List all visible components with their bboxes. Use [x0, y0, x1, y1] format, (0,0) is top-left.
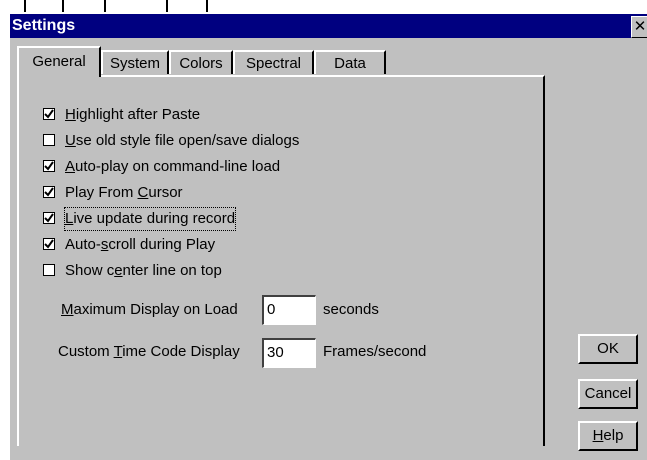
- tab-colors[interactable]: Colors: [169, 50, 233, 74]
- checkmark-icon: [44, 213, 54, 223]
- time-code-label: Custom Time Code Display: [58, 343, 240, 360]
- checkbox-box[interactable]: [43, 264, 55, 276]
- checkbox-label: Auto-play on command-line load: [65, 158, 281, 175]
- checkbox-box[interactable]: [43, 212, 55, 224]
- tab-system[interactable]: System: [101, 50, 169, 74]
- checkmark-icon: [44, 187, 54, 197]
- tab-general[interactable]: General: [17, 46, 101, 77]
- seconds-unit-label: seconds: [323, 301, 379, 318]
- background-strip-segment: [0, 0, 26, 12]
- checkbox-box[interactable]: [43, 186, 55, 198]
- background-strip-segment: [62, 0, 106, 12]
- title-bar: Settings ✕: [10, 14, 647, 38]
- background-strip-segment: [104, 0, 168, 12]
- checkbox-label: Live update during record: [63, 207, 237, 231]
- background-window-strip: [0, 0, 647, 13]
- max-display-input[interactable]: 0: [262, 295, 316, 325]
- checkbox-label: Auto-scroll during Play: [65, 236, 216, 253]
- checkmark-icon: [44, 161, 54, 171]
- close-icon: ✕: [633, 17, 647, 35]
- tab-spectral[interactable]: Spectral: [233, 50, 314, 74]
- ok-button[interactable]: OK: [578, 334, 638, 364]
- tab-label: System: [109, 55, 160, 72]
- general-tab-panel: Highlight after Paste Use old style file…: [17, 75, 545, 446]
- dialog-title: Settings: [12, 17, 76, 34]
- background-strip-segment: [166, 0, 208, 12]
- max-display-label: Maximum Display on Load: [61, 301, 238, 318]
- cancel-button[interactable]: Cancel: [578, 379, 638, 409]
- background-strip-segment: [24, 0, 64, 12]
- checkbox-box[interactable]: [43, 238, 55, 250]
- tab-label: Spectral: [245, 55, 302, 72]
- tab-label: Colors: [179, 55, 223, 72]
- checkmark-icon: [44, 109, 54, 119]
- checkbox-box[interactable]: [43, 134, 55, 146]
- checkbox-label: Show center line on top: [65, 262, 222, 279]
- checkbox-box[interactable]: [43, 108, 55, 120]
- tab-data[interactable]: Data: [314, 50, 386, 74]
- checkbox-label: Use old style file open/save dialogs: [65, 132, 300, 149]
- close-button[interactable]: ✕: [631, 16, 647, 38]
- checkbox-label: Play From Cursor: [65, 184, 183, 201]
- tab-label: Data: [334, 55, 366, 72]
- frames-per-second-unit-label: Frames/second: [323, 343, 427, 360]
- checkbox-box[interactable]: [43, 160, 55, 172]
- checkmark-icon: [44, 239, 54, 249]
- help-button[interactable]: Help: [578, 421, 638, 451]
- time-code-input[interactable]: 30: [262, 338, 316, 368]
- tab-label: General: [32, 53, 86, 70]
- checkbox-label: Highlight after Paste: [65, 106, 201, 123]
